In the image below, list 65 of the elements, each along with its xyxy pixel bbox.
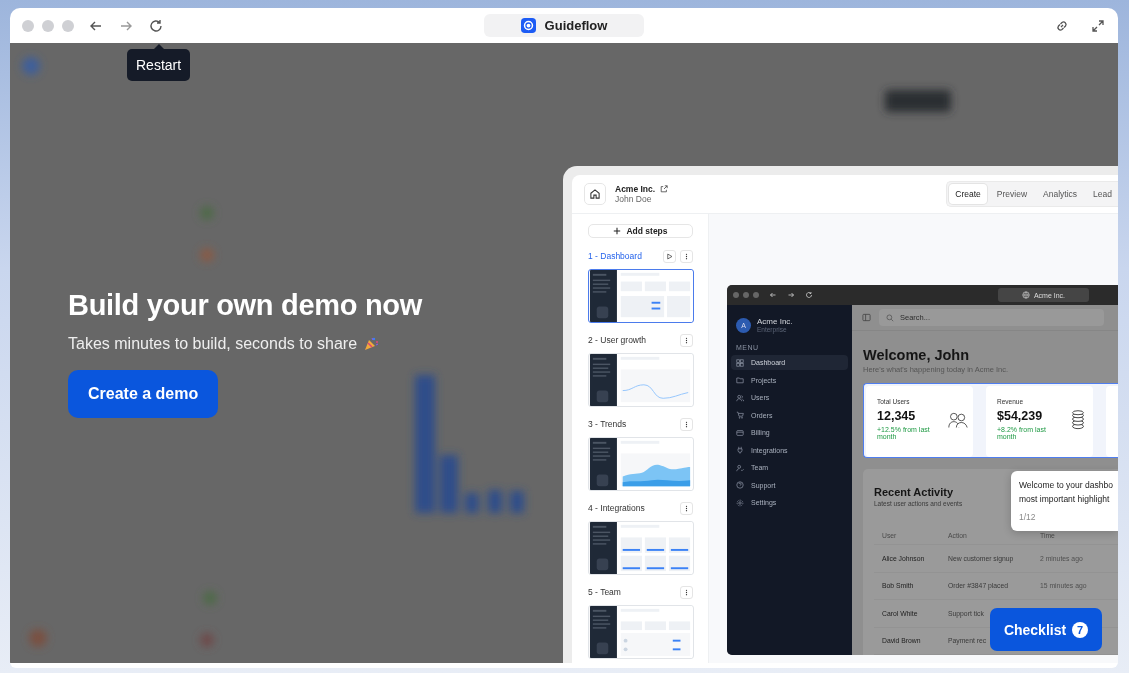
external-link-icon[interactable] — [660, 185, 669, 193]
more-icon — [683, 336, 690, 344]
create-demo-button[interactable]: Create a demo — [68, 370, 219, 418]
grid-icon — [736, 358, 744, 367]
step-thumbnail[interactable] — [588, 269, 694, 323]
home-button[interactable] — [584, 183, 606, 205]
more-icon — [683, 252, 690, 260]
step-counter: 1/12 — [1019, 512, 1036, 522]
step-title[interactable]: 2 - User growth — [588, 335, 647, 345]
more-icon — [683, 504, 690, 512]
org-name: Acme Inc. — [757, 317, 793, 326]
cart-icon — [736, 411, 744, 419]
logo-icon — [520, 18, 536, 33]
more-icon — [683, 588, 690, 596]
reload-icon — [805, 291, 813, 299]
plus-icon — [613, 227, 622, 235]
step-title[interactable]: 1 - Dashboard — [588, 251, 642, 261]
tab[interactable]: Analytics — [1037, 184, 1084, 204]
tab[interactable]: Create — [949, 184, 987, 204]
back-icon — [769, 291, 777, 299]
users-icon — [736, 393, 744, 402]
hero-subtitle: Takes minutes to build, seconds to share — [68, 335, 358, 353]
person-icon — [736, 463, 744, 472]
tab[interactable]: Preview — [990, 184, 1034, 204]
party-popper-icon — [363, 336, 380, 352]
company-name: Acme Inc. — [615, 184, 656, 194]
checklist-button[interactable]: Checklist 7 — [990, 608, 1102, 651]
search-icon — [886, 313, 894, 322]
step-title[interactable]: 3 - Trends — [588, 419, 627, 429]
blurred-bar — [488, 490, 502, 513]
tooltip-text: most important highlight — [1019, 493, 1110, 506]
step-title[interactable]: 5 - Team — [588, 587, 621, 597]
card-icon — [736, 428, 744, 437]
settings-icon — [736, 498, 744, 507]
forward-icon — [787, 291, 795, 299]
stat-value: 12,345 — [877, 408, 917, 423]
blurred-bar — [510, 491, 524, 513]
page-title: Guideflow — [544, 18, 608, 33]
step-title[interactable]: 4 - Integrations — [588, 503, 645, 513]
card-title: Recent Activity — [874, 486, 954, 498]
expand-icon[interactable] — [1090, 17, 1106, 34]
blurred-bar — [465, 493, 479, 513]
plug-icon — [736, 446, 744, 454]
tooltip: Restart — [127, 44, 191, 81]
more-icon — [683, 420, 690, 428]
blurred-button-drawing — [885, 90, 951, 112]
add-steps-button[interactable]: Add steps — [588, 224, 693, 238]
folder-icon — [736, 376, 744, 384]
help-icon — [736, 481, 744, 489]
blurred-bar — [440, 455, 458, 513]
play-icon — [666, 252, 673, 260]
stat-value: $54,239 — [997, 408, 1044, 423]
tab[interactable]: Lead — [1087, 184, 1118, 204]
home-icon — [589, 188, 601, 200]
reload-icon[interactable] — [148, 17, 164, 34]
blurred-avatar-drawing — [22, 57, 40, 75]
hero-heading: Build your own demo now — [68, 289, 422, 322]
blurred-avatar-drawing — [29, 629, 47, 647]
play-button[interactable] — [663, 249, 676, 263]
sidebar-toggle-icon — [862, 313, 871, 323]
tooltip-text: Welcome to your dashbo — [1019, 479, 1113, 492]
user-name: John Doe — [615, 194, 653, 204]
globe-icon — [1021, 291, 1030, 299]
address-bar[interactable]: Guideflow — [484, 14, 644, 37]
welcome-heading: Welcome, John — [863, 347, 971, 364]
